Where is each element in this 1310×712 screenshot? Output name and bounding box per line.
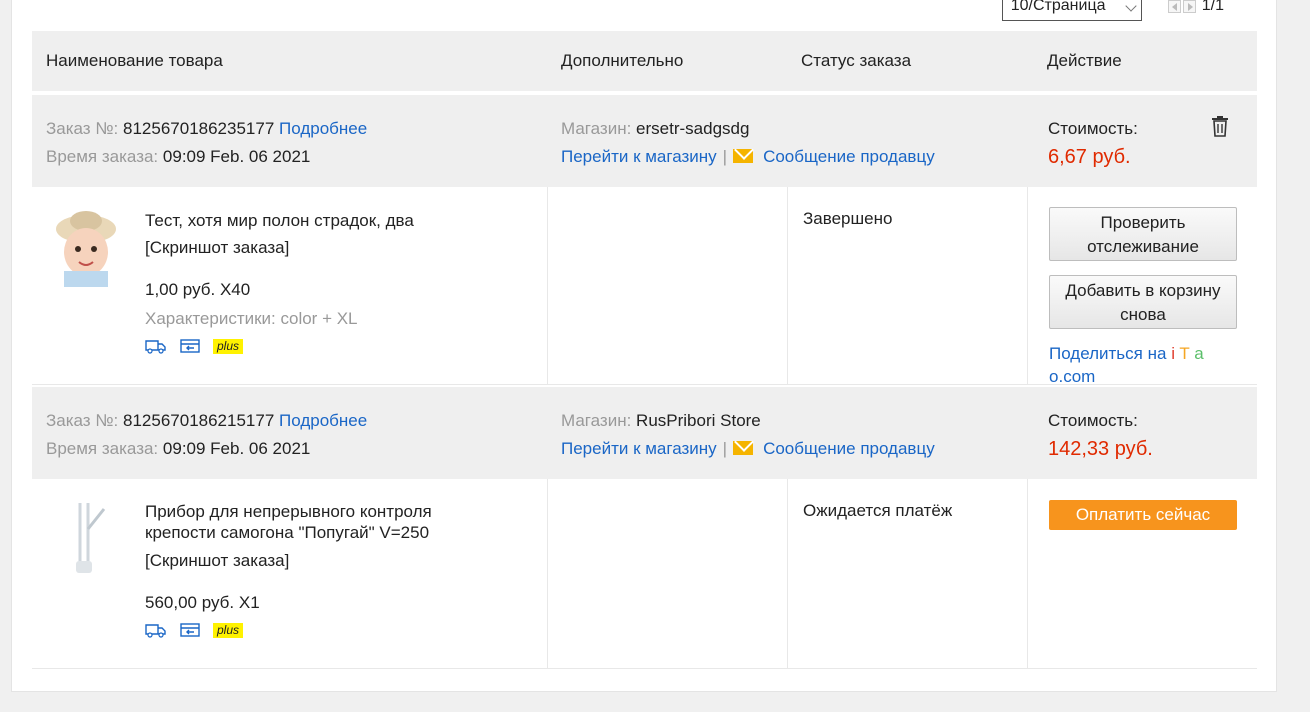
service-tags: plus xyxy=(145,338,475,354)
col-action-header: Действие xyxy=(1047,51,1122,70)
share-prefix: Поделиться на xyxy=(1049,344,1167,363)
envelope-icon xyxy=(733,441,754,455)
pay-now-button[interactable]: Оплатить сейчас xyxy=(1049,500,1237,530)
cost-label: Стоимость: xyxy=(1048,119,1138,138)
order-time: 09:09 Feb. 06 2021 xyxy=(162,439,311,458)
order-time: 09:09 Feb. 06 2021 xyxy=(162,147,311,166)
divider xyxy=(1027,187,1028,384)
order-screenshot-link[interactable]: [Скриншот заказа] xyxy=(145,549,485,572)
table-header: Наименование товара Дополнительно Статус… xyxy=(32,31,1257,91)
delivery-truck-icon xyxy=(145,340,166,354)
plus-badge: plus xyxy=(213,622,244,638)
order-meta: Заказ №: 8125670186235177 Подробнее Врем… xyxy=(46,115,367,171)
divider xyxy=(547,479,548,668)
col-extra-header: Дополнительно xyxy=(561,51,684,70)
goto-store-link[interactable]: Перейти к магазину xyxy=(561,439,717,458)
item-info: Тест, хотя мир полон страдок, два [Скрин… xyxy=(145,209,475,354)
order-meta: Заказ №: 8125670186215177 Подробнее Врем… xyxy=(46,407,367,463)
item-title-link[interactable]: Тест, хотя мир полон страдок, два xyxy=(145,209,475,232)
return-box-icon xyxy=(180,623,200,637)
page-count: 1/1 xyxy=(1201,0,1224,14)
return-box-icon xyxy=(180,339,200,353)
pagination: 10/Страница 1/1 xyxy=(1001,0,1224,21)
orders-panel: 10/Страница 1/1 Наименование товара Допо… xyxy=(11,0,1277,692)
order-time-label: Время заказа: xyxy=(46,439,159,458)
order-header: Заказ №: 8125670186215177 Подробнее Врем… xyxy=(32,387,1257,479)
share-link[interactable]: Поделиться на i T a o.com xyxy=(1049,342,1239,388)
cost-block: Стоимость: 6,67 руб. xyxy=(1048,115,1138,171)
divider xyxy=(787,187,788,384)
item-title-link[interactable]: Прибор для непрерывного контроля крепост… xyxy=(145,501,485,543)
item-price-qty: 560,00 руб. X1 xyxy=(145,593,260,612)
item-specs: Характеристики: color + XL xyxy=(145,309,358,328)
product-thumbnail[interactable] xyxy=(46,499,126,579)
divider xyxy=(787,479,788,668)
col-status-header: Статус заказа xyxy=(801,51,912,70)
item-price-qty: 1,00 руб. X40 xyxy=(145,280,251,299)
trash-icon[interactable] xyxy=(1211,115,1229,137)
separator: | xyxy=(722,439,728,458)
store-label: Магазин: xyxy=(561,411,632,430)
goto-store-link[interactable]: Перейти к магазину xyxy=(561,147,717,166)
check-tracking-button[interactable]: Проверить отслеживание xyxy=(1049,207,1237,261)
store-name: RusPribori Store xyxy=(636,411,761,430)
order-status: Ожидается платёж xyxy=(803,501,953,520)
order-header: Заказ №: 8125670186235177 Подробнее Врем… xyxy=(32,95,1257,187)
product-thumbnail[interactable] xyxy=(46,207,126,287)
order-cost: 6,67 руб. xyxy=(1048,146,1131,168)
cost-label: Стоимость: xyxy=(1048,411,1138,430)
order-cost: 142,33 руб. xyxy=(1048,438,1153,460)
order-time-label: Время заказа: xyxy=(46,147,159,166)
service-tags: plus xyxy=(145,622,485,638)
next-page-button[interactable] xyxy=(1182,0,1196,13)
order-no-label: Заказ №: xyxy=(46,411,119,430)
message-seller-link[interactable]: Сообщение продавцу xyxy=(763,147,935,166)
add-to-cart-again-button[interactable]: Добавить в корзину снова xyxy=(1049,275,1237,329)
order-number: 8125670186215177 xyxy=(123,411,275,430)
order-item-row: Прибор для непрерывного контроля крепост… xyxy=(32,479,1257,669)
store-name: ersetr-sadgsdg xyxy=(636,119,750,138)
order-details-link[interactable]: Подробнее xyxy=(279,411,367,430)
share-domain: .com xyxy=(1058,367,1096,386)
plus-badge: plus xyxy=(213,338,244,354)
cost-block: Стоимость: 142,33 руб. xyxy=(1048,407,1153,463)
col-product-header: Наименование товара xyxy=(46,51,223,70)
store-meta: Магазин: ersetr-sadgsdg Перейти к магази… xyxy=(561,115,935,171)
store-label: Магазин: xyxy=(561,119,632,138)
order-status: Завершено xyxy=(803,209,893,228)
page-size-value: 10/Страница xyxy=(1010,0,1106,14)
envelope-icon xyxy=(733,149,754,163)
page-size-select[interactable]: 10/Страница xyxy=(1001,0,1142,21)
prev-page-button[interactable] xyxy=(1167,0,1181,13)
order-screenshot-link[interactable]: [Скриншот заказа] xyxy=(145,236,475,259)
divider xyxy=(1027,479,1028,668)
message-seller-link[interactable]: Сообщение продавцу xyxy=(763,439,935,458)
share-letter-i: i xyxy=(1171,344,1175,363)
separator: | xyxy=(722,147,728,166)
chevron-down-icon xyxy=(1125,0,1137,12)
order-details-link[interactable]: Подробнее xyxy=(279,119,367,138)
delivery-truck-icon xyxy=(145,624,166,638)
store-meta: Магазин: RusPribori Store Перейти к мага… xyxy=(561,407,935,463)
order-item-row: Тест, хотя мир полон страдок, два [Скрин… xyxy=(32,187,1257,388)
divider xyxy=(547,187,548,384)
order-no-label: Заказ №: xyxy=(46,119,119,138)
order-number: 8125670186235177 xyxy=(123,119,275,138)
item-info: Прибор для непрерывного контроля крепост… xyxy=(145,501,485,638)
share-letter-a: a xyxy=(1194,344,1204,363)
share-letter-t: T xyxy=(1179,344,1190,363)
